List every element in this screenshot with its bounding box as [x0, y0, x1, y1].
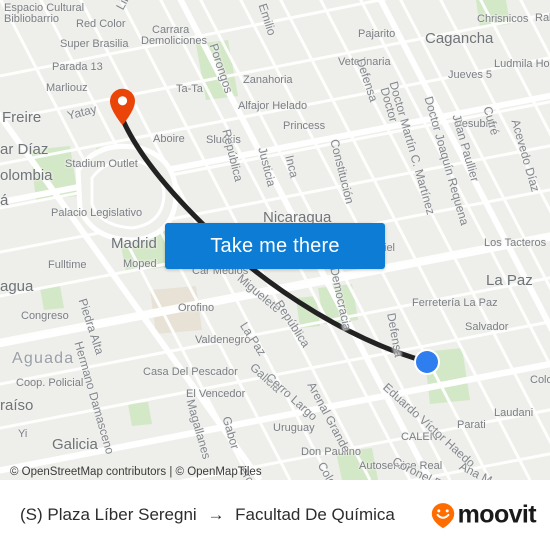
moovit-logo[interactable]: moovit	[431, 500, 537, 530]
trip-arrow-icon: →	[207, 505, 225, 524]
trip-origin: (S) Plaza Líber Seregni	[20, 505, 197, 524]
trip-destination: Facultad De Química	[235, 505, 395, 524]
take-me-there-label: Take me there	[210, 234, 340, 257]
attribution-separator: |	[169, 466, 173, 478]
moovit-trip-map-card: Espacio Cultural Bibliobarrio Red Color Car…	[0, 0, 550, 550]
moovit-wordmark: moovit	[457, 500, 537, 529]
attribution-tiles[interactable]: © OpenMapTiles	[176, 466, 262, 478]
destination-dot-icon	[414, 349, 440, 375]
take-me-there-button[interactable]: Take me there	[165, 223, 385, 269]
map-attribution: © OpenStreetMap contributors | © OpenMap…	[10, 466, 262, 478]
map-canvas[interactable]: Espacio Cultural Bibliobarrio Red Color Car…	[0, 0, 550, 480]
attribution-osm[interactable]: © OpenStreetMap contributors	[10, 466, 166, 478]
trip-footer: (S) Plaza Líber Seregni → Facultad De Qu…	[0, 480, 550, 550]
trip-title: (S) Plaza Líber Seregni → Facultad De Qu…	[20, 505, 395, 525]
moovit-pin-icon	[431, 502, 454, 528]
